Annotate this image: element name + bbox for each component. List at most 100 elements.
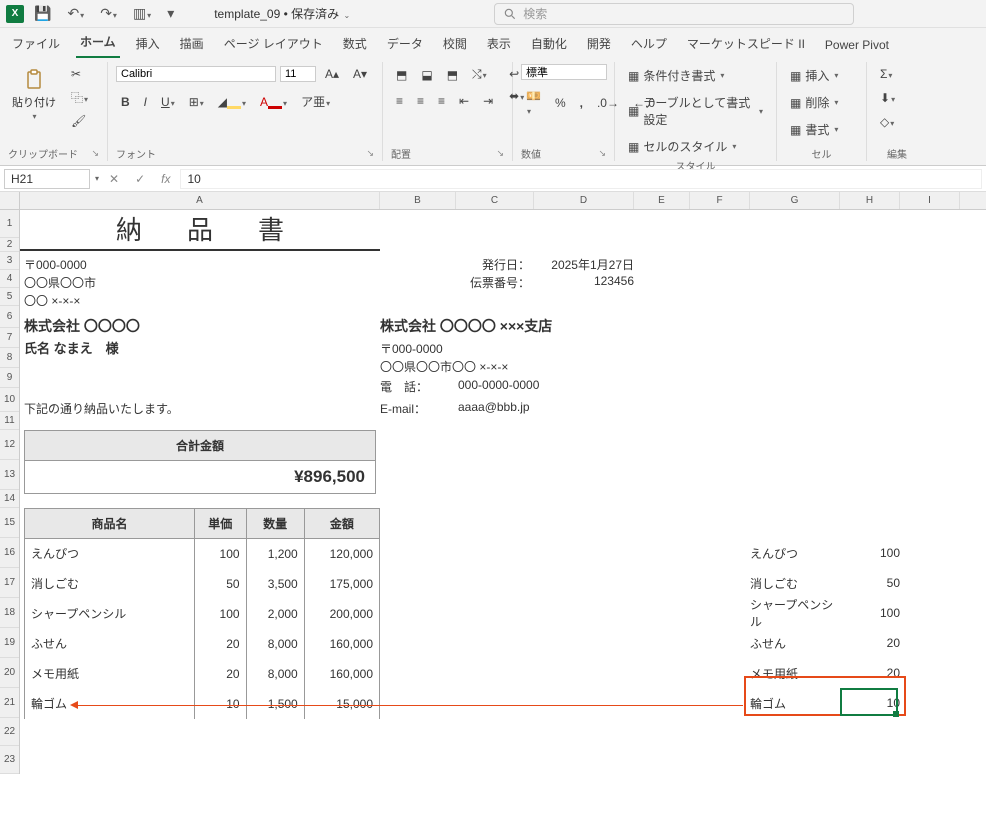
row-header[interactable]: 15 bbox=[0, 508, 19, 538]
bold-button[interactable]: B bbox=[116, 92, 135, 112]
spreadsheet-grid[interactable]: 1 2 3 4 5 6 7 8 9 10 11 12 13 14 15 16 1… bbox=[0, 192, 986, 826]
align-bottom-icon[interactable]: ⬒ bbox=[442, 65, 463, 85]
row-header[interactable]: 8 bbox=[0, 348, 19, 368]
row-header[interactable]: 9 bbox=[0, 368, 19, 388]
row-header[interactable]: 21 bbox=[0, 688, 19, 718]
row-header[interactable]: 13 bbox=[0, 460, 19, 490]
row-header[interactable]: 22 bbox=[0, 718, 19, 746]
percent-icon[interactable]: % bbox=[550, 93, 571, 113]
qat-form-icon[interactable]: ▥▾ bbox=[127, 3, 157, 24]
tab-review[interactable]: 校閲 bbox=[439, 29, 471, 58]
tab-view[interactable]: 表示 bbox=[483, 29, 515, 58]
currency-icon[interactable]: 💴▾ bbox=[521, 86, 546, 120]
insert-cells-button[interactable]: ▦ 挿入▾ bbox=[785, 64, 843, 87]
tab-draw[interactable]: 描画 bbox=[176, 29, 208, 58]
namebox-dropdown-icon[interactable]: ▾ bbox=[95, 174, 99, 183]
active-cell[interactable] bbox=[840, 688, 898, 716]
increase-font-icon[interactable]: A▴ bbox=[320, 64, 344, 84]
conditional-format-button[interactable]: ▦ 条件付き書式▾ bbox=[623, 64, 768, 87]
clear-icon[interactable]: ◇▾ bbox=[875, 112, 900, 132]
row-header[interactable]: 4 bbox=[0, 270, 19, 288]
copy-icon[interactable]: ⿻▾ bbox=[66, 86, 93, 109]
align-middle-icon[interactable]: ⬓ bbox=[416, 65, 437, 85]
phonetic-button[interactable]: ア亜▾ bbox=[296, 90, 335, 113]
tab-automate[interactable]: 自動化 bbox=[527, 29, 571, 58]
fx-icon[interactable]: fx bbox=[155, 172, 176, 186]
tab-home[interactable]: ホーム bbox=[76, 27, 120, 58]
cancel-formula-icon[interactable]: ✕ bbox=[103, 172, 125, 186]
font-name-select[interactable] bbox=[116, 66, 276, 82]
row-header[interactable]: 1 bbox=[0, 210, 19, 238]
col-header[interactable]: A bbox=[20, 192, 380, 209]
row-header[interactable]: 7 bbox=[0, 328, 19, 348]
row-header[interactable]: 3 bbox=[0, 252, 19, 270]
align-left-icon[interactable]: ≡ bbox=[391, 91, 408, 111]
paste-button[interactable]: 貼り付け ▾ bbox=[8, 64, 60, 125]
row-header[interactable]: 10 bbox=[0, 388, 19, 412]
row-header[interactable]: 19 bbox=[0, 628, 19, 658]
cut-icon[interactable]: ✂ bbox=[66, 64, 93, 84]
row-header[interactable]: 17 bbox=[0, 568, 19, 598]
search-input[interactable]: 検索 bbox=[494, 3, 854, 25]
tab-insert[interactable]: 挿入 bbox=[132, 29, 164, 58]
accept-formula-icon[interactable]: ✓ bbox=[129, 172, 151, 186]
row-header[interactable]: 12 bbox=[0, 430, 19, 460]
row-header[interactable]: 18 bbox=[0, 598, 19, 628]
comma-icon[interactable]: , bbox=[575, 93, 588, 113]
indent-increase-icon[interactable]: ⇥ bbox=[478, 91, 498, 111]
indent-decrease-icon[interactable]: ⇤ bbox=[454, 91, 474, 111]
align-top-icon[interactable]: ⬒ bbox=[391, 65, 412, 85]
border-button[interactable]: ⊞▾ bbox=[184, 92, 209, 112]
row-header[interactable]: 2 bbox=[0, 238, 19, 252]
format-painter-icon[interactable]: 🖌 bbox=[66, 111, 93, 131]
format-icon: ▦ bbox=[790, 123, 801, 137]
orientation-icon[interactable]: ⤭▾ bbox=[467, 64, 492, 85]
italic-button[interactable]: I bbox=[139, 92, 152, 112]
row-header[interactable]: 5 bbox=[0, 288, 19, 306]
tab-powerpivot[interactable]: Power Pivot bbox=[821, 32, 893, 58]
row-header[interactable]: 16 bbox=[0, 538, 19, 568]
tab-developer[interactable]: 開発 bbox=[583, 29, 615, 58]
align-center-icon[interactable]: ≡ bbox=[412, 91, 429, 111]
name-box[interactable]: H21 bbox=[4, 169, 90, 189]
tab-file[interactable]: ファイル bbox=[8, 29, 64, 58]
tab-pagelayout[interactable]: ページ レイアウト bbox=[220, 29, 327, 58]
formula-bar: H21 ▾ ✕ ✓ fx 10 bbox=[0, 166, 986, 192]
tab-data[interactable]: データ bbox=[383, 29, 427, 58]
undo-icon[interactable]: ↶▾ bbox=[61, 3, 90, 24]
col-header[interactable]: I bbox=[900, 192, 960, 209]
formula-input[interactable]: 10 bbox=[180, 169, 982, 189]
col-header[interactable]: E bbox=[634, 192, 690, 209]
align-right-icon[interactable]: ≡ bbox=[433, 91, 450, 111]
tab-marketspeed[interactable]: マーケットスピード II bbox=[683, 29, 809, 58]
row-header[interactable]: 23 bbox=[0, 746, 19, 774]
underline-button[interactable]: U▾ bbox=[156, 92, 180, 112]
row-header[interactable]: 11 bbox=[0, 412, 19, 430]
col-header[interactable]: B bbox=[380, 192, 456, 209]
font-size-select[interactable] bbox=[280, 66, 316, 82]
decrease-font-icon[interactable]: A▾ bbox=[348, 64, 372, 84]
tab-formulas[interactable]: 数式 bbox=[339, 29, 371, 58]
qat-customize-icon[interactable]: ▾ bbox=[161, 3, 180, 24]
autosum-icon[interactable]: Σ▾ bbox=[875, 64, 900, 84]
save-icon[interactable]: 💾 bbox=[28, 3, 57, 24]
row-header[interactable]: 6 bbox=[0, 306, 19, 328]
col-header[interactable]: C bbox=[456, 192, 534, 209]
redo-icon[interactable]: ↷▾ bbox=[94, 3, 123, 24]
col-header[interactable]: F bbox=[690, 192, 750, 209]
font-color-button[interactable]: A▾ bbox=[255, 92, 292, 112]
row-header[interactable]: 20 bbox=[0, 658, 19, 688]
select-all-button[interactable] bbox=[0, 192, 20, 210]
col-header[interactable]: H bbox=[840, 192, 900, 209]
delete-cells-button[interactable]: ▦ 削除▾ bbox=[785, 91, 843, 114]
number-format-select[interactable] bbox=[521, 64, 607, 80]
format-as-table-button[interactable]: ▦ テーブルとして書式設定▾ bbox=[623, 91, 768, 131]
cell-styles-button[interactable]: ▦ セルのスタイル▾ bbox=[623, 135, 768, 158]
fill-icon[interactable]: ⬇▾ bbox=[875, 88, 900, 108]
tab-help[interactable]: ヘルプ bbox=[627, 29, 671, 58]
fill-color-button[interactable]: ◢▾ bbox=[213, 92, 251, 112]
col-header[interactable]: G bbox=[750, 192, 840, 209]
format-cells-button[interactable]: ▦ 書式▾ bbox=[785, 118, 843, 141]
row-header[interactable]: 14 bbox=[0, 490, 19, 508]
col-header[interactable]: D bbox=[534, 192, 634, 209]
